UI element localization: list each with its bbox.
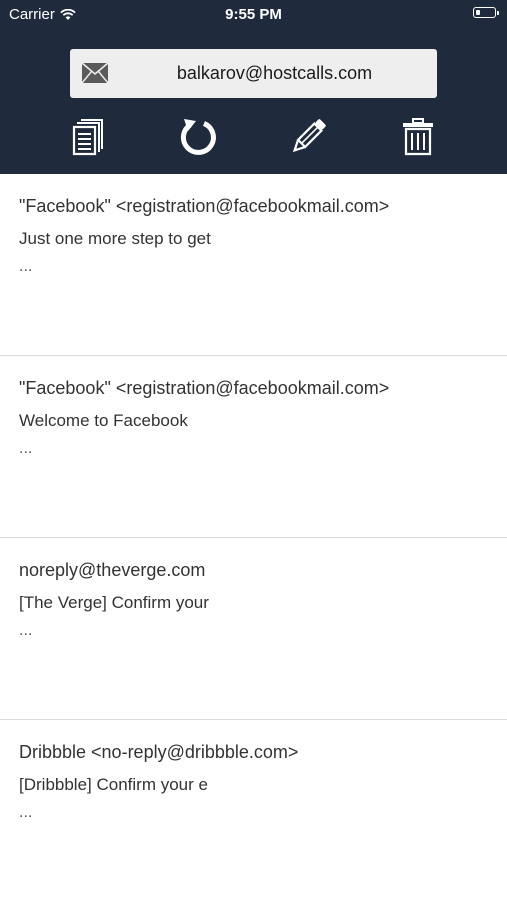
message-row[interactable]: "Facebook" <registration@facebookmail.co… <box>0 356 507 538</box>
message-row[interactable]: noreply@theverge.com [The Verge] Confirm… <box>0 538 507 720</box>
message-subject: Just one more step to get <box>19 229 211 248</box>
message-subject: [The Verge] Confirm your <box>19 593 209 612</box>
email-address: balkarov@hostcalls.com <box>176 63 373 83</box>
message-sender: Dribbble <no-reply@dribbble.com> <box>19 742 299 762</box>
message-subject: [Dribbble] Confirm your e <box>19 775 208 794</box>
message-sender: noreply@theverge.com <box>19 560 206 580</box>
message-subject: Welcome to Facebook <box>19 411 188 430</box>
delete-button[interactable] <box>393 112 443 162</box>
pencil-icon <box>292 119 326 153</box>
copy-icon <box>72 119 103 156</box>
copy-button[interactable] <box>64 112 114 162</box>
edit-button[interactable] <box>283 112 333 162</box>
message-preview: ... <box>19 804 33 821</box>
status-bar: Carrier 9:55 PM <box>0 0 507 28</box>
message-row[interactable]: Dribbble <no-reply@dribbble.com> [Dribbb… <box>0 720 507 902</box>
battery-icon <box>473 7 499 18</box>
status-time: 9:55 PM <box>225 6 282 23</box>
message-preview: ... <box>19 440 33 457</box>
header: Carrier 9:55 PM balkarov@hostcalls.com <box>0 0 507 174</box>
toolbar <box>0 112 507 162</box>
message-list: "Facebook" <registration@facebookmail.co… <box>0 174 507 902</box>
message-row[interactable]: "Facebook" <registration@facebookmail.co… <box>0 174 507 356</box>
envelope-icon <box>81 62 109 84</box>
battery-fill <box>475 9 480 15</box>
refresh-icon <box>180 119 216 155</box>
email-address-field[interactable]: balkarov@hostcalls.com <box>70 49 437 98</box>
message-sender: "Facebook" <registration@facebookmail.co… <box>19 196 390 216</box>
trash-icon <box>403 118 433 156</box>
refresh-button[interactable] <box>173 112 223 162</box>
message-sender: "Facebook" <registration@facebookmail.co… <box>19 378 390 398</box>
message-preview: ... <box>19 258 33 275</box>
message-preview: ... <box>19 622 33 639</box>
